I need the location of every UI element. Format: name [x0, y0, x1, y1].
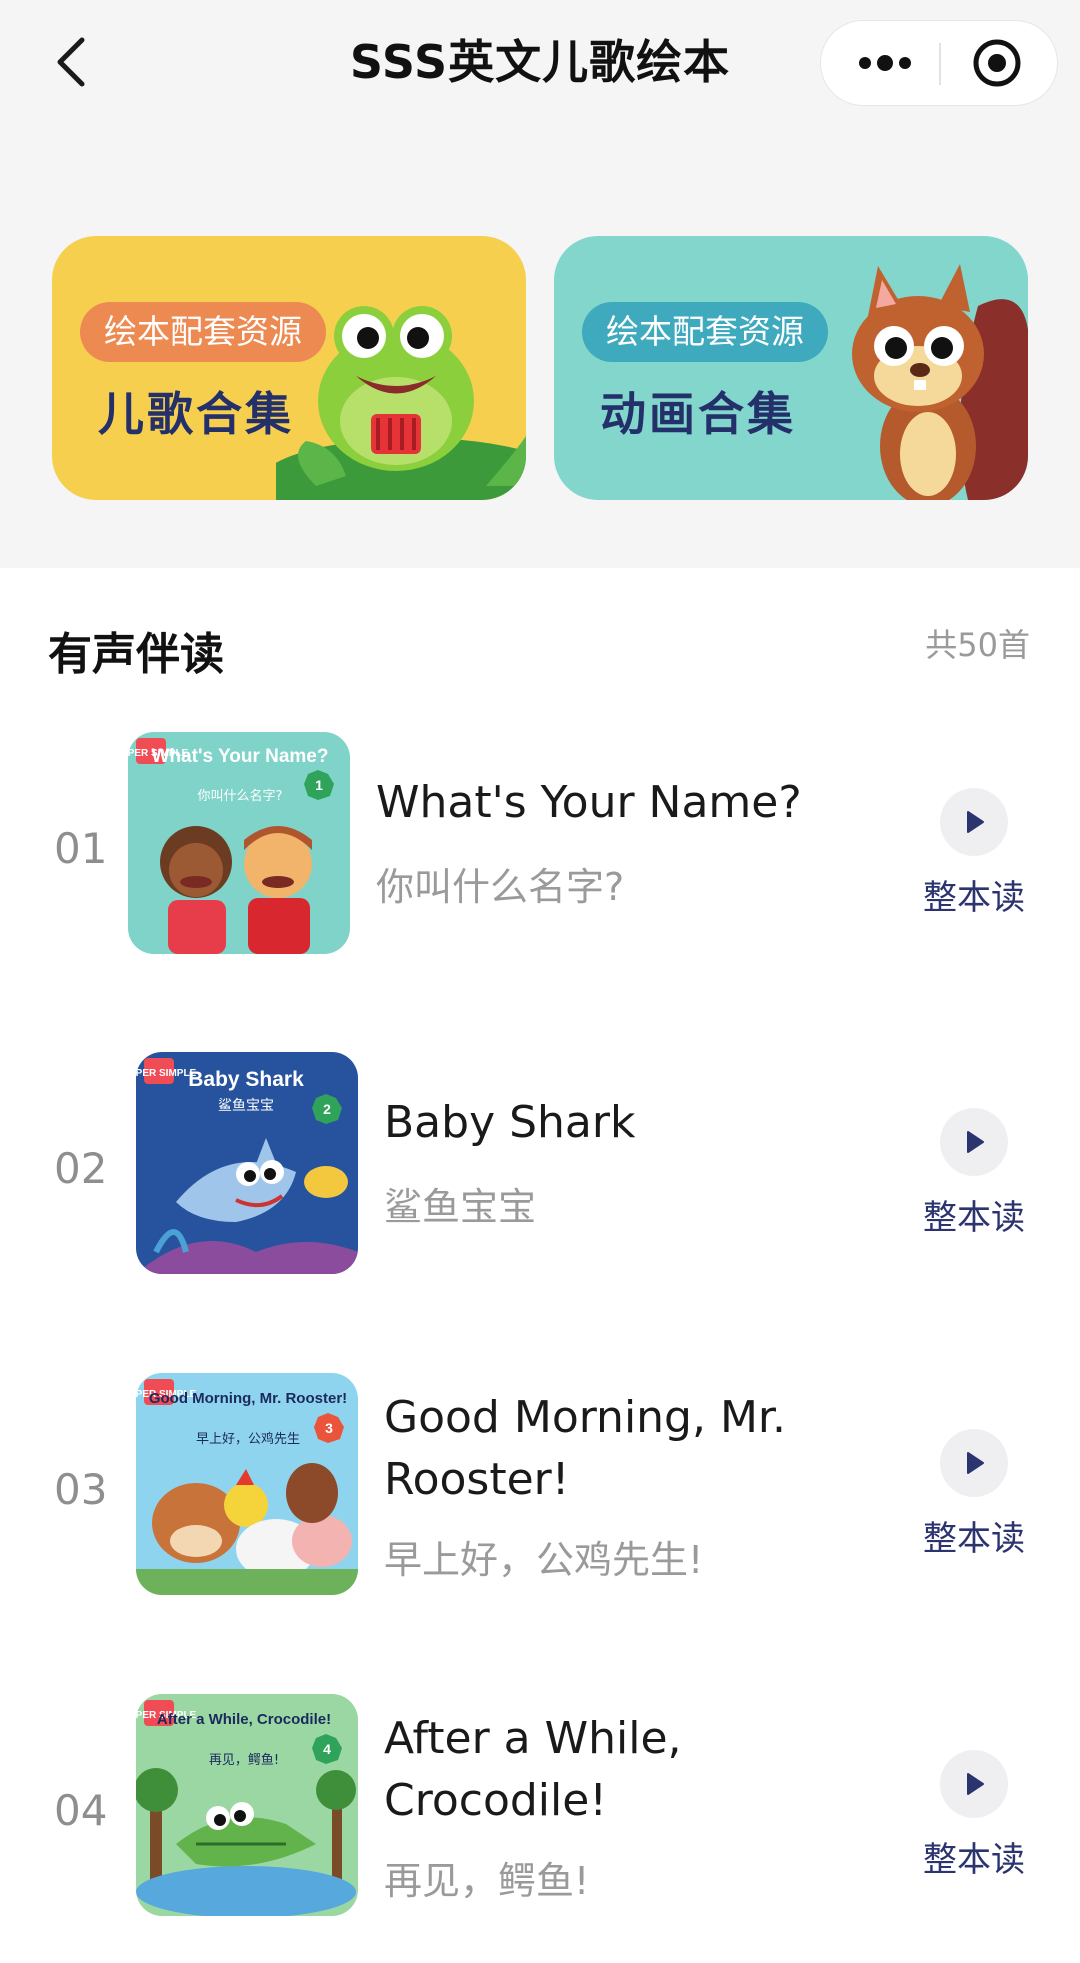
- cover-subtitle: 你叫什么名字?: [198, 788, 283, 804]
- cover-badge: 4: [323, 1741, 331, 1757]
- item-number: 02: [54, 1144, 108, 1193]
- page-title: SSS英文儿歌绘本: [349, 35, 731, 89]
- section-title: 有声伴读: [48, 629, 224, 680]
- cover-heading: After a While, Crocodile!: [157, 1711, 331, 1728]
- cover-heading: What's Your Name?: [152, 746, 329, 767]
- play-button[interactable]: [940, 788, 1008, 856]
- read-whole-book-button[interactable]: 整本读: [900, 1511, 1048, 1560]
- play-button[interactable]: [940, 1750, 1008, 1818]
- book-cover-image: SUPER SIMPLE Baby Shark 鲨鱼宝宝 2: [136, 1052, 358, 1274]
- target-circle-icon: [973, 39, 1021, 87]
- play-button[interactable]: [940, 1429, 1008, 1497]
- item-title-chinese: 你叫什么名字?: [376, 865, 625, 909]
- mini-program-capsule: [820, 20, 1058, 106]
- item-title-english: Good Morning, Mr. Rooster!: [384, 1392, 786, 1505]
- read-whole-book-button[interactable]: 整本读: [900, 870, 1048, 919]
- capsule-divider: [939, 43, 941, 85]
- item-title-chinese: 鲨鱼宝宝: [384, 1185, 537, 1229]
- item-title-english: Baby Shark: [384, 1097, 636, 1148]
- banner-animation-collection[interactable]: 绘本配套资源 动画合集: [554, 236, 1028, 500]
- cover-heading: Baby Shark: [188, 1068, 304, 1091]
- banner-title: 儿歌合集: [98, 387, 294, 441]
- more-dots-icon: [859, 55, 911, 71]
- list-item[interactable]: 02 SUPER SIMPLE Baby Shark 鲨鱼宝宝 2 Baby S…: [0, 1052, 1080, 1282]
- play-icon: [967, 1452, 984, 1474]
- item-number: 04: [54, 1786, 108, 1835]
- item-title-chinese: 再见，鳄鱼!: [384, 1859, 590, 1903]
- list-item[interactable]: 04 SUPER SIMPLE After a While, Crocodile…: [0, 1694, 1080, 1924]
- read-whole-book-button[interactable]: 整本读: [900, 1190, 1048, 1239]
- list-item[interactable]: 03 SUPER SIMPLE Good Morning, Mr. Rooste…: [0, 1373, 1080, 1603]
- play-icon: [967, 1131, 984, 1153]
- frog-illustration: [276, 306, 526, 500]
- play-icon: [967, 811, 984, 833]
- cover-badge: 2: [323, 1101, 331, 1117]
- back-button[interactable]: [38, 28, 102, 96]
- item-number: 01: [54, 824, 108, 873]
- banner-tag: 绘本配套资源: [582, 302, 828, 362]
- item-title-english: What's Your Name?: [376, 777, 802, 828]
- play-button[interactable]: [940, 1108, 1008, 1176]
- section-count: 共50首: [925, 626, 1030, 664]
- cover-subtitle: 早上好，公鸡先生: [196, 1431, 300, 1447]
- read-whole-book-button[interactable]: 整本读: [900, 1832, 1048, 1881]
- top-header-area: SSS英文儿歌绘本 绘本配套资源 儿歌合集 绘本配套资源 动画合集: [0, 0, 1080, 568]
- more-button[interactable]: [835, 21, 935, 105]
- play-icon: [967, 1773, 984, 1795]
- banner-songs-collection[interactable]: 绘本配套资源 儿歌合集: [52, 236, 526, 500]
- list-item[interactable]: 01 SUPER SIMPLE What's Your Name? 你叫什么名字…: [0, 732, 1080, 962]
- cover-badge: 3: [325, 1420, 333, 1436]
- book-cover-image: SUPER SIMPLE Good Morning, Mr. Rooster! …: [136, 1373, 358, 1595]
- cover-heading: Good Morning, Mr. Rooster!: [149, 1390, 347, 1407]
- item-number: 03: [54, 1465, 108, 1514]
- item-title-chinese: 早上好，公鸡先生!: [384, 1538, 704, 1582]
- cover-badge: 1: [315, 777, 323, 793]
- item-title-english: After a While, Crocodile!: [384, 1713, 682, 1826]
- banner-title: 动画合集: [600, 387, 796, 441]
- cover-subtitle: 再见，鳄鱼!: [209, 1752, 279, 1768]
- book-cover-image: SUPER SIMPLE After a While, Crocodile! 再…: [136, 1694, 358, 1916]
- cover-subtitle: 鲨鱼宝宝: [218, 1097, 274, 1114]
- book-cover-image: SUPER SIMPLE What's Your Name? 你叫什么名字? 1: [128, 732, 350, 954]
- close-mini-program-button[interactable]: [945, 21, 1049, 105]
- squirrel-illustration: [852, 264, 1028, 500]
- chevron-left-icon: [57, 37, 85, 87]
